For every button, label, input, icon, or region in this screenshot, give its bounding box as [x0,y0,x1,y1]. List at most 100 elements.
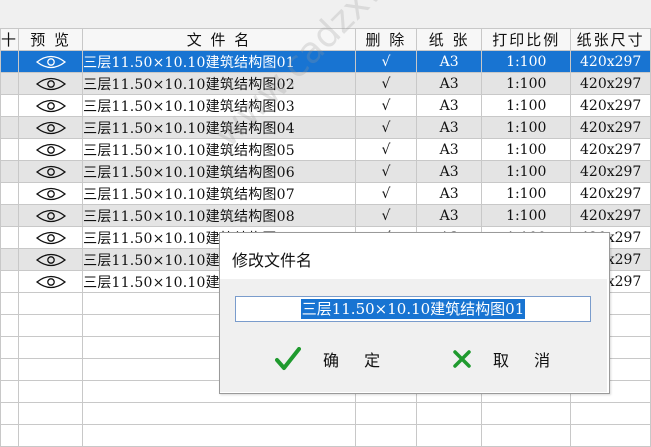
dialog-body: 三层11.50×10.10建筑结构图01 确 定 取 消 [220,279,607,392]
empty-cell [570,402,651,425]
preview-cell[interactable] [18,248,84,271]
filename-cell[interactable]: 三层11.50×10.10建筑结构图01 [82,50,356,73]
column-header-preview[interactable]: 预 览 [18,28,84,51]
empty-cell [18,402,84,425]
size-cell[interactable]: 420x297 [570,94,651,117]
delete-cell[interactable]: √ [354,94,418,117]
table-header-row: 十 预 览 文 件 名 删 除 纸 张 打印比例 纸张尺寸 [0,28,651,51]
preview-cell[interactable] [18,138,84,161]
empty-cell [18,292,84,315]
cancel-button[interactable]: 取 消 [453,345,560,373]
size-cell[interactable]: 420x297 [570,204,651,227]
paper-cell[interactable]: A3 [416,204,483,227]
column-header-prev[interactable]: 十 [0,28,20,51]
scale-cell[interactable]: 1:100 [481,72,572,95]
preview-cell[interactable] [18,116,84,139]
filename-cell[interactable]: 三层11.50×10.10建筑结构图02 [82,72,356,95]
row-gutter-cell [0,72,20,95]
filename-cell[interactable]: 三层11.50×10.10建筑结构图08 [82,204,356,227]
paper-cell[interactable]: A3 [416,50,483,73]
preview-cell[interactable] [18,50,84,73]
eye-icon [35,187,66,200]
delete-cell[interactable]: √ [354,50,418,73]
preview-cell[interactable] [18,226,84,249]
eye-icon [35,209,66,222]
table-row[interactable]: 三层11.50×10.10建筑结构图06 √ A3 1:100 420x297 [0,160,651,183]
scale-cell[interactable]: 1:100 [481,94,572,117]
preview-cell[interactable] [18,204,84,227]
paper-cell[interactable]: A3 [416,72,483,95]
column-header-paper[interactable]: 纸 张 [416,28,483,51]
row-gutter-cell [0,160,20,183]
size-cell[interactable]: 420x297 [570,138,651,161]
empty-cell [18,380,84,403]
eye-icon [35,143,66,156]
paper-cell[interactable]: A3 [416,182,483,205]
paper-cell[interactable]: A3 [416,94,483,117]
scale-cell[interactable]: 1:100 [481,204,572,227]
filename-input[interactable]: 三层11.50×10.10建筑结构图01 [235,296,591,322]
empty-cell [416,402,483,425]
table-row[interactable]: 三层11.50×10.10建筑结构图07 √ A3 1:100 420x297 [0,182,651,205]
empty-cell [481,402,572,425]
empty-cell [18,358,84,381]
column-header-scale[interactable]: 打印比例 [481,28,572,51]
size-cell[interactable]: 420x297 [570,50,651,73]
scale-cell[interactable]: 1:100 [481,160,572,183]
scale-cell[interactable]: 1:100 [481,138,572,161]
x-icon [453,350,471,368]
delete-cell[interactable]: √ [354,182,418,205]
filename-cell[interactable]: 三层11.50×10.10建筑结构图04 [82,116,356,139]
filename-cell[interactable]: 三层11.50×10.10建筑结构图06 [82,160,356,183]
column-header-delete[interactable]: 删 除 [354,28,418,51]
column-header-filename[interactable]: 文 件 名 [82,28,356,51]
preview-cell[interactable] [18,182,84,205]
filename-input-value[interactable]: 三层11.50×10.10建筑结构图01 [300,299,526,319]
table-row[interactable]: 三层11.50×10.10建筑结构图02 √ A3 1:100 420x297 [0,72,651,95]
delete-cell[interactable]: √ [354,160,418,183]
delete-cell[interactable]: √ [354,204,418,227]
confirm-button-label: 确 定 [323,351,391,370]
size-cell[interactable]: 420x297 [570,182,651,205]
eye-icon [35,231,66,244]
row-gutter-cell [0,226,20,249]
table-row[interactable]: 三层11.50×10.10建筑结构图05 √ A3 1:100 420x297 [0,138,651,161]
filename-cell[interactable]: 三层11.50×10.10建筑结构图05 [82,138,356,161]
preview-cell[interactable] [18,160,84,183]
table-row[interactable]: 三层11.50×10.10建筑结构图01 √ A3 1:100 420x297 [0,50,651,73]
size-cell[interactable]: 420x297 [570,160,651,183]
delete-cell[interactable]: √ [354,138,418,161]
confirm-button[interactable]: 确 定 [275,345,390,373]
delete-cell[interactable]: √ [354,116,418,139]
paper-cell[interactable]: A3 [416,116,483,139]
empty-cell [0,292,20,315]
row-gutter-cell [0,248,20,271]
paper-cell[interactable]: A3 [416,160,483,183]
filename-cell[interactable]: 三层11.50×10.10建筑结构图03 [82,94,356,117]
checkmark-icon [275,347,301,370]
size-cell[interactable]: 420x297 [570,116,651,139]
empty-cell [0,380,20,403]
eye-icon [35,77,66,90]
cancel-button-label: 取 消 [493,351,561,370]
scale-cell[interactable]: 1:100 [481,116,572,139]
empty-cell [18,336,84,359]
dialog-title: 修改文件名 [232,251,313,270]
preview-cell[interactable] [18,270,84,293]
column-header-size[interactable]: 纸张尺寸 [570,28,651,51]
scale-cell[interactable]: 1:100 [481,50,572,73]
table-row[interactable]: 三层11.50×10.10建筑结构图08 √ A3 1:100 420x297 [0,204,651,227]
empty-cell [82,402,356,425]
filename-cell[interactable]: 三层11.50×10.10建筑结构图07 [82,182,356,205]
row-gutter-cell [0,270,20,293]
row-gutter-cell [0,182,20,205]
preview-cell[interactable] [18,94,84,117]
delete-cell[interactable]: √ [354,72,418,95]
scale-cell[interactable]: 1:100 [481,182,572,205]
table-row[interactable]: 三层11.50×10.10建筑结构图03 √ A3 1:100 420x297 [0,94,651,117]
empty-cell [0,336,20,359]
size-cell[interactable]: 420x297 [570,72,651,95]
paper-cell[interactable]: A3 [416,138,483,161]
preview-cell[interactable] [18,72,84,95]
table-row[interactable]: 三层11.50×10.10建筑结构图04 √ A3 1:100 420x297 [0,116,651,139]
